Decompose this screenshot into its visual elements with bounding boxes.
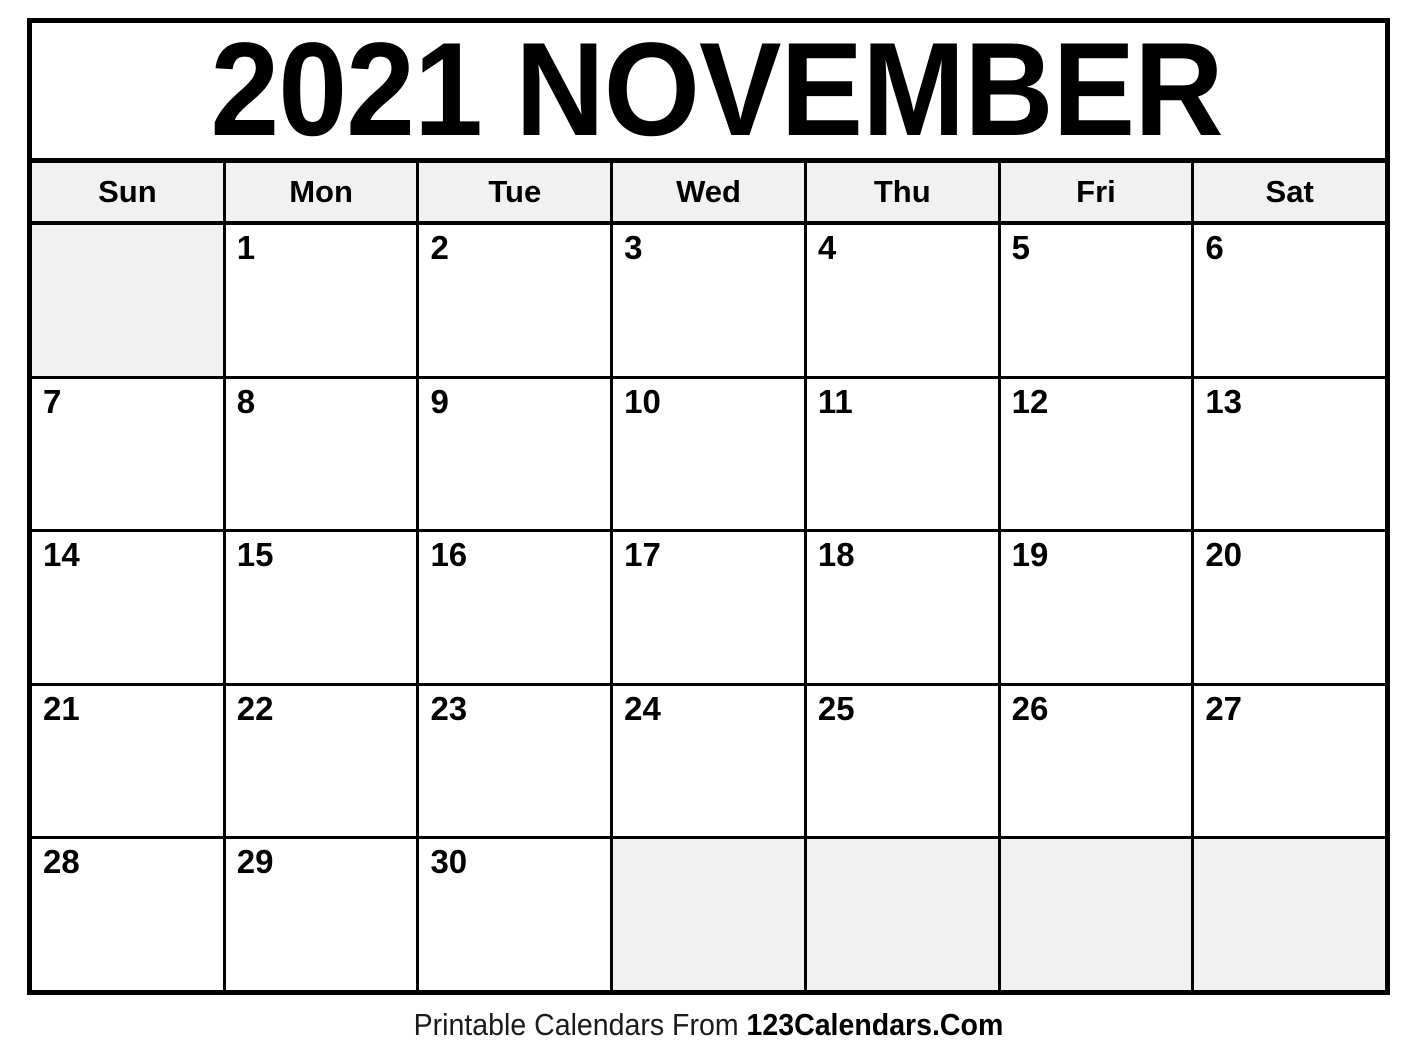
- day-number: 26: [1011, 689, 1049, 727]
- day-cell[interactable]: 19: [1000, 532, 1195, 683]
- day-number: 28: [43, 843, 80, 881]
- day-number: 14: [43, 536, 80, 574]
- day-cell[interactable]: 10: [613, 378, 807, 530]
- footer-brand-link[interactable]: 123Calendars.Com: [747, 1007, 1004, 1042]
- day-number: 30: [430, 843, 468, 881]
- day-cell[interactable]: 14: [32, 532, 226, 683]
- day-cell[interactable]: 4: [806, 225, 1001, 376]
- weekday-header-label: Sun: [98, 174, 157, 209]
- day-number: 19: [1011, 536, 1049, 574]
- day-cell[interactable]: 28: [32, 839, 226, 990]
- weekday-header-label: Mon: [289, 174, 353, 209]
- weekday-header-label: Sat: [1265, 174, 1314, 209]
- day-cell-empty: [613, 839, 807, 990]
- day-cell[interactable]: 15: [225, 532, 420, 683]
- page-title: 2021 NOVEMBER: [210, 23, 1224, 163]
- weekday-header-mon: Mon: [225, 163, 420, 221]
- footer: Printable Calendars From 123Calendars.Co…: [0, 999, 1417, 1050]
- weekday-header-label: Wed: [676, 174, 741, 209]
- day-number: 23: [430, 689, 468, 727]
- day-cell-empty: [32, 225, 226, 376]
- day-cell-empty: [1000, 839, 1195, 990]
- day-cell[interactable]: 23: [419, 685, 614, 837]
- day-number: 13: [1205, 382, 1243, 420]
- day-cell[interactable]: 2: [419, 225, 614, 376]
- day-number: 24: [624, 689, 661, 727]
- day-cell[interactable]: 16: [419, 532, 614, 683]
- day-cell[interactable]: 11: [806, 378, 1001, 530]
- day-number: 29: [236, 843, 274, 881]
- day-number: 25: [817, 689, 855, 727]
- week-row: 28 29 30: [32, 839, 1386, 990]
- day-cell-empty: [1194, 839, 1386, 990]
- day-number: 4: [817, 229, 837, 266]
- day-cell[interactable]: 29: [225, 839, 420, 990]
- day-cell-empty: [806, 839, 1001, 990]
- day-number: 1: [236, 229, 256, 266]
- day-number: 16: [430, 536, 468, 574]
- day-number: 7: [43, 382, 62, 420]
- weekday-header-row: Sun Mon Tue Wed Thu Fri Sat: [32, 163, 1386, 225]
- calendar-title-band: 2021 NOVEMBER: [32, 23, 1385, 163]
- day-cell[interactable]: 6: [1194, 225, 1386, 376]
- day-number: 9: [430, 382, 449, 420]
- day-cell[interactable]: 22: [225, 685, 420, 837]
- week-row: 14 15 16 17 18 19 20: [32, 532, 1386, 686]
- day-number: 12: [1011, 382, 1049, 420]
- day-number: 2: [430, 229, 449, 266]
- weekday-header-wed: Wed: [613, 163, 807, 221]
- day-cell[interactable]: 13: [1194, 378, 1386, 530]
- weekday-header-thu: Thu: [806, 163, 1001, 221]
- calendar-page: 2021 NOVEMBER Sun Mon Tue Wed Thu Fri Sat 1234…: [0, 0, 1417, 1050]
- day-cell[interactable]: 1: [225, 225, 420, 376]
- day-cell[interactable]: 3: [613, 225, 807, 376]
- day-cell[interactable]: 24: [613, 685, 807, 837]
- day-cell[interactable]: 30: [419, 839, 614, 990]
- day-number: 20: [1205, 536, 1243, 574]
- day-cell[interactable]: 20: [1194, 532, 1386, 683]
- day-cell[interactable]: 8: [225, 378, 420, 530]
- weekday-header-tue: Tue: [419, 163, 614, 221]
- weekday-header-label: Tue: [488, 174, 542, 209]
- week-row: 1 2 3 4 5 6: [32, 225, 1386, 379]
- day-number: 21: [43, 689, 80, 727]
- day-cell[interactable]: 25: [806, 685, 1001, 837]
- weekday-header-sun: Sun: [32, 163, 226, 221]
- day-number: 6: [1205, 229, 1224, 266]
- day-cell[interactable]: 17: [613, 532, 807, 683]
- day-cell[interactable]: 9: [419, 378, 614, 530]
- day-number: 10: [624, 382, 661, 420]
- day-number: 27: [1205, 689, 1243, 727]
- day-number: 3: [624, 229, 643, 266]
- day-number: 15: [236, 536, 274, 574]
- day-cell[interactable]: 21: [32, 685, 226, 837]
- day-number: 5: [1011, 229, 1030, 266]
- footer-text: Printable Calendars From 123Calendars.Co…: [414, 1007, 1004, 1043]
- weekday-header-label: Fri: [1076, 174, 1116, 209]
- day-cell[interactable]: 7: [32, 378, 226, 530]
- day-number: 22: [236, 689, 274, 727]
- day-cell[interactable]: 5: [1000, 225, 1195, 376]
- day-number: 11: [817, 382, 853, 420]
- weekday-header-label: Thu: [873, 174, 931, 209]
- day-cell[interactable]: 26: [1000, 685, 1195, 837]
- week-row: 7 8 9 10 11 12 13: [32, 378, 1386, 533]
- weeks-container: 1 2 3 4 5 6 7 8 9 10 11 12 13 14 15 16 17 18 19 20 21 22 23 24 2…: [32, 225, 1386, 990]
- day-cell[interactable]: 12: [1000, 378, 1195, 530]
- weekday-header-sat: Sat: [1194, 163, 1386, 221]
- day-number: 8: [236, 382, 256, 420]
- day-cell[interactable]: 18: [806, 532, 1001, 683]
- day-number: 18: [817, 536, 855, 574]
- day-cell[interactable]: 27: [1194, 685, 1386, 837]
- footer-prefix: Printable Calendars From: [413, 1006, 747, 1042]
- calendar-grid: 2021 NOVEMBER Sun Mon Tue Wed Thu Fri Sat 1234…: [27, 18, 1390, 995]
- weekday-header-fri: Fri: [1000, 163, 1195, 221]
- day-number: 17: [624, 536, 661, 574]
- week-row: 21 22 23 24 25 26 27: [32, 685, 1386, 840]
